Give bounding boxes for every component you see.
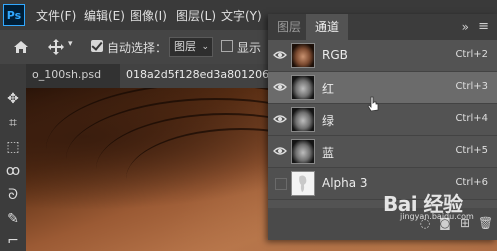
watermark-url: jingyan.baidu.com	[400, 212, 474, 221]
channel-name: Alpha 3	[322, 176, 368, 190]
auto-select-target-dropdown[interactable]: 图层 ⌄	[169, 37, 213, 57]
channel-thumbnail	[291, 139, 315, 164]
lasso-tool-icon[interactable]: ꝏ	[4, 162, 22, 180]
menu-layer[interactable]: 图层(L)	[176, 7, 216, 24]
channel-shortcut: Ctrl+4	[455, 113, 488, 124]
crop-tool-icon[interactable]: ⌐	[4, 232, 22, 250]
show-transform-label: 显示	[237, 41, 262, 55]
artboard-tool-icon[interactable]: ⌗	[4, 114, 22, 132]
panel-tab-bar: 图层 通道 » ≡	[268, 14, 497, 40]
delete-channel-icon[interactable]: 🗑	[478, 216, 493, 230]
channel-shortcut: Ctrl+5	[455, 145, 488, 156]
channel-name: 蓝	[322, 146, 335, 160]
doc-tab-label: o_100sh.psd	[32, 68, 102, 81]
menu-image[interactable]: 图像(I)	[130, 7, 167, 24]
panel-menu-icon[interactable]: ≡	[478, 19, 489, 34]
channel-name: 绿	[322, 114, 335, 128]
eye-icon[interactable]	[273, 113, 287, 125]
doc-tab-2[interactable]: 018a2d5f128ed3a801206621	[120, 64, 280, 88]
channel-shortcut: Ctrl+6	[455, 177, 488, 188]
channel-row-green[interactable]: 绿 Ctrl+4	[268, 104, 497, 136]
channel-row-red[interactable]: 红 Ctrl+3	[268, 72, 497, 104]
lasso-tool-icon[interactable]: ᘐ	[4, 186, 22, 204]
menu-file[interactable]: 文件(F)	[36, 7, 76, 24]
eye-icon[interactable]	[273, 49, 287, 61]
menu-type[interactable]: 文字(Y)	[221, 7, 262, 24]
chevron-down-icon[interactable]: ▾	[68, 39, 73, 49]
move-tool-icon[interactable]	[47, 38, 65, 56]
doc-tab-1[interactable]: o_100sh.psd	[26, 64, 120, 88]
menu-edit[interactable]: 编辑(E)	[84, 7, 125, 24]
channel-thumbnail	[291, 171, 315, 196]
visibility-toggle[interactable]	[275, 178, 287, 190]
doc-tab-label: 018a2d5f128ed3a801206621	[126, 68, 280, 81]
move-tool-icon[interactable]: ✥	[4, 90, 22, 108]
channel-name: 红	[322, 82, 335, 96]
tab-layers[interactable]: 图层	[268, 14, 310, 40]
channel-row-blue[interactable]: 蓝 Ctrl+5	[268, 136, 497, 168]
channel-row-rgb[interactable]: RGB Ctrl+2	[268, 40, 497, 72]
channel-shortcut: Ctrl+2	[455, 49, 488, 60]
double-chevron-right-icon[interactable]: »	[462, 20, 469, 34]
channel-thumbnail	[291, 107, 315, 132]
channel-thumbnail	[291, 75, 315, 100]
home-icon[interactable]	[12, 38, 30, 56]
channel-shortcut: Ctrl+3	[455, 81, 488, 92]
auto-select-target-value: 图层	[174, 40, 196, 53]
chevron-down-icon: ⌄	[201, 42, 209, 52]
alpha-mask-preview	[299, 175, 307, 193]
auto-select-label: 自动选择：	[107, 41, 168, 55]
hand-cursor-icon	[367, 96, 379, 112]
channel-name: RGB	[322, 48, 348, 62]
photoshop-logo: Ps	[3, 4, 25, 26]
marquee-tool-icon[interactable]: ⬚	[4, 138, 22, 156]
tab-channels[interactable]: 通道	[306, 14, 349, 40]
show-transform-checkbox[interactable]	[221, 40, 233, 52]
auto-select-checkbox[interactable]	[91, 40, 103, 52]
quick-select-tool-icon[interactable]: ✎	[4, 210, 22, 228]
channel-thumbnail	[291, 43, 315, 68]
eye-icon[interactable]	[273, 81, 287, 93]
eye-icon[interactable]	[273, 145, 287, 157]
tools-panel: ✥ ⌗ ⬚ ꝏ ᘐ ✎ ⌐	[0, 64, 26, 251]
